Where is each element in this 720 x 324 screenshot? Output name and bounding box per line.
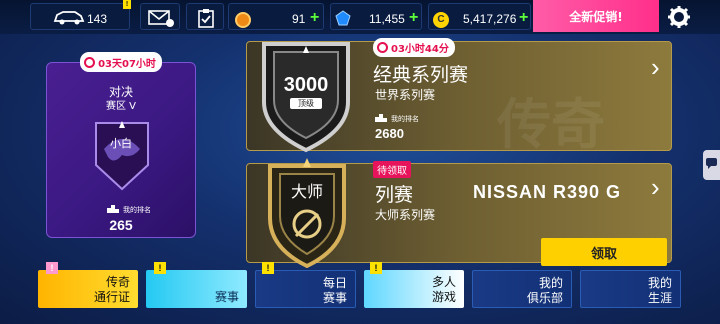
add-gold-icon[interactable]: +: [519, 9, 528, 27]
master-subtitle: 大师系列赛: [375, 208, 436, 222]
classic-timer: 03小时44分: [373, 38, 455, 57]
credits-icon: [335, 10, 351, 26]
podium-icon: [375, 114, 387, 122]
gear-icon[interactable]: [667, 5, 691, 29]
garage-counter[interactable]: 143: [30, 3, 130, 30]
podium-icon: [107, 205, 119, 213]
nav-career-line1: 我的: [647, 276, 672, 290]
classic-rank-value: 2680: [375, 126, 404, 141]
master-chevron-icon: ›: [651, 172, 660, 202]
master-badge-text: 大师: [290, 182, 323, 201]
master-badge-icon: [268, 158, 346, 268]
classic-subtitle: 世界系列赛: [375, 88, 436, 102]
clipboard-icon: [198, 9, 214, 28]
badge-number: 3000: [283, 74, 329, 96]
classic-timer-text: 03小时44分: [391, 44, 449, 55]
nav-my-career[interactable]: 我的 生涯: [580, 270, 681, 308]
nav-legend-pass[interactable]: 传奇 通行证: [38, 270, 138, 308]
nav-career-line2: 生涯: [647, 291, 672, 305]
duel-rank-label: 我的排名: [123, 206, 151, 214]
classic-timer-pill: 03小时44分: [373, 38, 455, 57]
nav-multi-line1: 多人: [431, 275, 456, 289]
classic-chevron-icon: ›: [651, 52, 660, 82]
nav-events[interactable]: 赛事: [146, 270, 247, 308]
nav-daily-events[interactable]: 每日 赛事: [255, 270, 356, 308]
gold-value: 5,417,276: [463, 12, 517, 26]
duel-region: 赛区 V: [105, 101, 137, 112]
nav-daily-line2: 赛事: [322, 291, 347, 305]
classic-title: 经典系列赛: [373, 64, 469, 86]
car-icon: [53, 11, 85, 25]
nav-events-line2: 赛事: [214, 290, 239, 304]
nav-multiplayer[interactable]: 多人 游戏: [364, 270, 464, 308]
claim-button-label: 领取: [590, 246, 617, 262]
top-resource-bar: 143 ! 91 + 11,455 + C 5,417,276 + 全新促销!: [0, 0, 720, 34]
clock-icon: [377, 42, 388, 53]
badge-level: 顶级: [290, 98, 322, 109]
game-home-screen: 143 ! 91 + 11,455 + C 5,417,276 + 全新促销! …: [0, 0, 720, 324]
master-title: 列赛: [375, 184, 414, 206]
mail-icon: [148, 10, 174, 27]
tokens-counter[interactable]: 91 +: [228, 3, 324, 30]
nav-club-line2: 俱乐部: [526, 291, 563, 305]
nav-club-line1: 我的: [538, 276, 563, 290]
cars-count: 143: [87, 12, 108, 26]
promo-button[interactable]: 全新促销!: [533, 0, 659, 32]
promo-label: 全新促销!: [569, 9, 623, 24]
nav-legend-pass-line1: 传奇: [105, 275, 130, 289]
nav-my-club[interactable]: 我的 俱乐部: [472, 270, 572, 308]
gold-counter[interactable]: C 5,417,276 +: [428, 3, 531, 30]
emblem-text: 小白: [110, 137, 132, 150]
nav-multi-line2: 游戏: [431, 290, 456, 304]
duel-event-card[interactable]: 对决 赛区 V 小白 我的排名 265: [46, 62, 196, 238]
daily-events-badge: !: [262, 262, 274, 274]
pending-claim-tag: 待领取: [373, 161, 411, 178]
clock-icon: [84, 56, 96, 68]
classic-rank-label: 我的排名: [391, 115, 419, 123]
credits-value: 11,455: [369, 12, 405, 26]
nav-legend-pass-line2: 通行证: [93, 290, 130, 304]
duel-timer-pill: 03天07小时: [80, 52, 162, 72]
tokens-value: 91: [292, 12, 306, 26]
duel-timer-text: 03天07小时: [98, 58, 156, 70]
nav-daily-line1: 每日: [322, 276, 347, 290]
notification-badge: !: [123, 0, 131, 9]
events-badge: !: [154, 262, 166, 274]
side-chat-tab[interactable]: [703, 150, 720, 180]
dragon-emblem-icon: [95, 121, 149, 191]
reward-car-name: NISSAN R390 G: [473, 182, 622, 202]
legend-pass-badge: !: [46, 262, 58, 274]
duel-timer: 03天07小时: [46, 52, 196, 72]
claim-button[interactable]: 领取: [541, 238, 667, 266]
multiplayer-badge: !: [370, 262, 382, 274]
tasks-button[interactable]: [186, 3, 224, 30]
chat-icon: [706, 158, 717, 169]
card-watermark: 传奇: [497, 93, 605, 151]
duel-rank-value: 265: [109, 217, 133, 233]
token-icon: [235, 12, 251, 28]
add-credits-icon[interactable]: +: [409, 9, 418, 27]
credits-counter[interactable]: 11,455 +: [330, 3, 422, 30]
mail-button[interactable]: [140, 3, 180, 30]
gold-coin-icon: C: [433, 12, 449, 28]
add-tokens-icon[interactable]: +: [310, 9, 319, 27]
